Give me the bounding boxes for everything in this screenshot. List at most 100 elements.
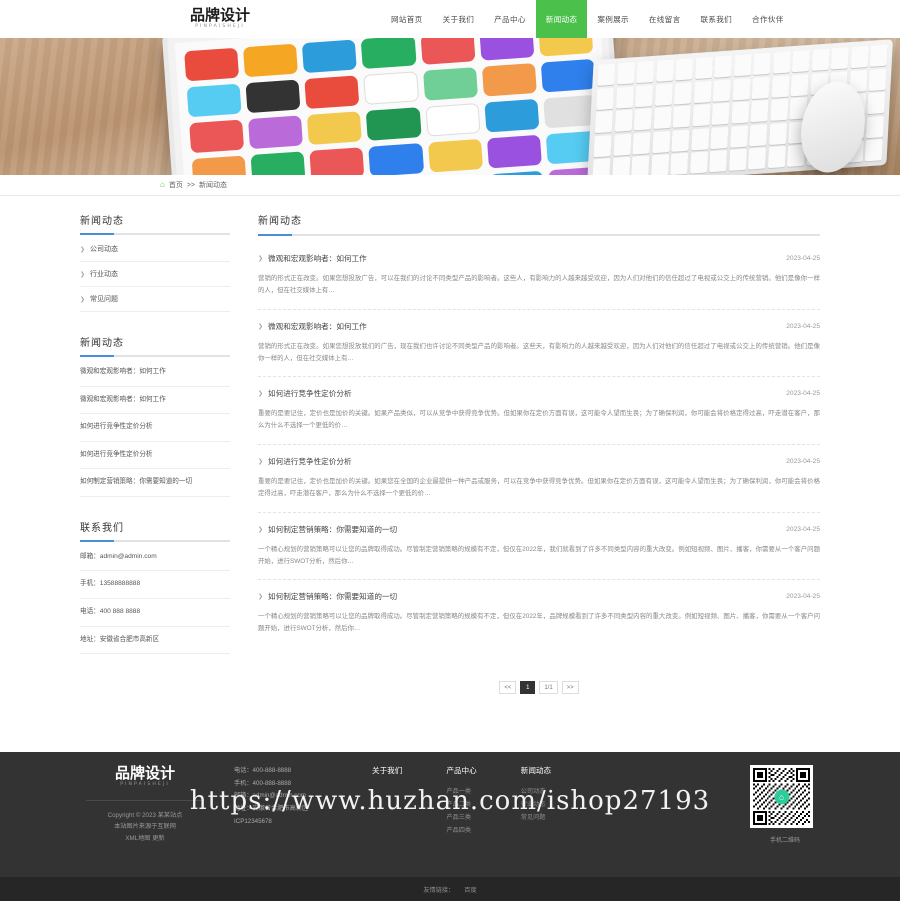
article-description: 重要的是要记住，定价也是加价的关键。如果产品类似，可以从竞争中获得竞争优势。但如… <box>258 410 820 430</box>
sidebar-contact-block: 联系我们 邮箱：admin@admin.com 手机：13588888888 电… <box>80 519 230 655</box>
article-title-link[interactable]: ❯ 如何制定营销策略：你需要知道的一切 <box>258 524 397 535</box>
list-item[interactable]: 产品四类 <box>446 824 476 837</box>
tablet-app-grid <box>174 38 612 175</box>
article-description: 营销的形式正在改变。如果您想投放广告，可以在我们的讨论不同类型产品的影响者。这些… <box>258 275 820 294</box>
list-item[interactable]: 产品三类 <box>446 811 476 824</box>
list-item[interactable]: 微观和宏观影响者：如何工作 <box>80 359 230 387</box>
article-header: ❯ 如何进行竞争性定价分析 2023-04-25 <box>258 388 820 399</box>
nav-item-contact[interactable]: 联系我们 <box>690 0 742 38</box>
article-description: 一个精心规划的营销策略可以让您的品牌取得成功。尽管制定营销策略的规模有不定，但仅… <box>258 545 820 565</box>
nav-item-products[interactable]: 产品中心 <box>484 0 536 38</box>
site-logo[interactable]: 品牌设计 PINPAISHEJI <box>172 0 268 38</box>
footer-mobile: 手机：400-888-8888 <box>234 779 292 787</box>
nav-item-partners[interactable]: 合作伙伴 <box>742 0 794 38</box>
list-item[interactable]: 如何进行竞争性定价分析 <box>80 442 230 470</box>
list-item[interactable]: 产品二类 <box>446 798 476 811</box>
footer-icp: ICP12345678 <box>234 817 272 825</box>
friend-links-label: 友情链接： <box>423 886 455 894</box>
footer-logo-block: 品牌设计 PINPAISHEJI Copyright © 2023 某某站点 本… <box>80 765 220 844</box>
hero-banner <box>0 38 900 175</box>
article-description: 一个精心规划的营销策略可以让您的品牌取得成功。尽管制定营销策略的规模有不定，但仅… <box>258 613 820 633</box>
chevron-right-icon: ❯ <box>80 296 86 303</box>
footer-email: 邮箱：admin@admin.com <box>234 792 306 800</box>
footer-address: 地址：安徽省合肥市高新区 <box>234 805 309 813</box>
list-item[interactable]: 常见问题 <box>521 811 551 824</box>
pagination-info: 1/1 <box>539 681 558 695</box>
breadcrumb-bar: ⌂ 首页 >> 新闻动态 <box>0 175 900 196</box>
sidebar-item-label: 行业动态 <box>90 271 119 278</box>
pagination-prev-button[interactable]: << <box>499 681 517 695</box>
sidebar-item-faq[interactable]: ❯ 常见问题 <box>80 287 230 312</box>
sidebar-contact-list: 邮箱：admin@admin.com 手机：13588888888 电话：400… <box>80 544 230 655</box>
qr-code-image: ⌂ <box>750 765 813 828</box>
article-description: 营销的形式正在改变。如果您想投放我们的广告，现在我们也许讨论不同类型产品的影响者… <box>258 342 820 362</box>
main-navigation: 网站首页 关于我们 产品中心 新闻动态 案例展示 在线留言 联系我们 合作伙伴 <box>381 0 794 38</box>
article-item: ❯ 如何制定营销策略：你需要知道的一切 2023-04-25 一个精心规划的营销… <box>258 580 820 647</box>
footer-column-title[interactable]: 新闻动态 <box>521 765 551 776</box>
list-item[interactable]: 公司动态 <box>521 785 551 798</box>
nav-item-home[interactable]: 网站首页 <box>381 0 433 38</box>
article-item: ❯ 如何制定营销策略：你需要知道的一切 2023-04-25 一个精心规划的营销… <box>258 513 820 581</box>
article-title: 如何制定营销策略：你需要知道的一切 <box>268 592 398 602</box>
list-item[interactable]: 如何制定营销策略：你需要知道的一切 <box>80 469 230 497</box>
article-title-link[interactable]: ❯ 如何进行竞争性定价分析 <box>258 456 352 467</box>
article-title-link[interactable]: ❯ 微观和宏观影响者：如何工作 <box>258 253 367 264</box>
sidebar-news-title: 新闻动态 <box>80 334 230 357</box>
pagination-page-1[interactable]: 1 <box>520 681 536 695</box>
content-area: 新闻动态 ❯ 微观和宏观影响者：如何工作 2023-04-25 营销的形式正在改… <box>230 212 820 695</box>
footer-contact-list: 电话：400-888-8888 手机：400-888-8888 邮箱：admin… <box>220 765 350 844</box>
footer-qr-block: ⌂ 手机二维码 <box>750 765 820 844</box>
footer-phone: 电话：400-888-8888 <box>234 767 292 774</box>
copyright-line[interactable]: XML地图 更新 <box>80 833 210 844</box>
nav-item-cases[interactable]: 案例展示 <box>587 0 639 38</box>
bullet-icon: ❯ <box>258 459 264 466</box>
footer-column-products: 产品中心 产品一类 产品二类 产品三类 产品四类 <box>446 765 476 844</box>
contact-email: 邮箱：admin@admin.com <box>80 544 230 572</box>
article-title-link[interactable]: ❯ 如何进行竞争性定价分析 <box>258 388 352 399</box>
page-root: 品牌设计 PINPAISHEJI 网站首页 关于我们 产品中心 新闻动态 案例展… <box>0 0 900 901</box>
list-item[interactable]: 如何进行竞争性定价分析 <box>80 414 230 442</box>
article-header: ❯ 如何进行竞争性定价分析 2023-04-25 <box>258 456 820 467</box>
chevron-right-icon: ❯ <box>80 246 86 253</box>
bullet-icon: ❯ <box>258 256 264 262</box>
chevron-right-icon: ❯ <box>80 271 86 278</box>
breadcrumb-current: 新闻动态 <box>199 182 228 189</box>
article-item: ❯ 如何进行竞争性定价分析 2023-04-25 重要的是要记住，定价也是加价的… <box>258 377 820 446</box>
contact-phone: 电话：400 888 8888 <box>80 599 230 627</box>
sidebar-item-industry-news[interactable]: ❯ 行业动态 <box>80 262 230 287</box>
footer-inner: 品牌设计 PINPAISHEJI Copyright © 2023 某某站点 本… <box>80 752 820 844</box>
friend-link-baidu[interactable]: 百度 <box>464 885 476 894</box>
article-item: ❯ 如何进行竞争性定价分析 2023-04-25 重要的是要记住，定价也是加价的… <box>258 445 820 513</box>
article-header: ❯ 如何制定营销策略：你需要知道的一切 2023-04-25 <box>258 591 820 602</box>
article-title-link[interactable]: ❯ 微观和宏观影响者：如何工作 <box>258 321 367 332</box>
list-item[interactable]: 行业动态 <box>521 798 551 811</box>
contact-address: 地址：安徽省合肥市高新区 <box>80 627 230 655</box>
pagination-next-button[interactable]: >> <box>561 681 579 695</box>
bottom-bar: 友情链接： 百度 <box>0 877 900 901</box>
footer-column-title[interactable]: 关于我们 <box>372 765 402 776</box>
bullet-icon: ❯ <box>258 391 264 398</box>
article-header: ❯ 如何制定营销策略：你需要知道的一切 2023-04-25 <box>258 524 820 535</box>
list-item[interactable]: 产品一类 <box>446 785 476 798</box>
article-date: 2023-04-25 <box>786 322 820 330</box>
sidebar-category-title: 新闻动态 <box>80 212 230 235</box>
sidebar-item-company-news[interactable]: ❯ 公司动态 <box>80 237 230 262</box>
article-date: 2023-04-25 <box>786 525 820 533</box>
home-icon: ⌂ <box>160 180 165 189</box>
copyright-line: Copyright © 2023 某某站点 <box>107 812 183 819</box>
footer-divider <box>86 800 204 801</box>
bullet-icon: ❯ <box>258 323 264 330</box>
qr-caption: 手机二维码 <box>769 838 800 844</box>
breadcrumb-separator: >> <box>186 181 196 189</box>
nav-item-about[interactable]: 关于我们 <box>433 0 485 38</box>
footer-column-title[interactable]: 产品中心 <box>446 765 476 776</box>
sidebar-item-label: 常见问题 <box>90 296 119 303</box>
sidebar-news-block: 新闻动态 微观和宏观影响者：如何工作 微观和宏观影响者：如何工作 如何进行竞争性… <box>80 334 230 497</box>
nav-item-news[interactable]: 新闻动态 <box>535 0 588 38</box>
nav-item-message[interactable]: 在线留言 <box>639 0 691 38</box>
list-item[interactable]: 微观和宏观影响者：如何工作 <box>80 387 230 415</box>
article-title-link[interactable]: ❯ 如何制定营销策略：你需要知道的一切 <box>258 591 397 602</box>
article-item: ❯ 微观和宏观影响者：如何工作 2023-04-25 营销的形式正在改变。如果您… <box>258 310 820 378</box>
footer-logo-cn: 品牌设计 <box>114 764 175 782</box>
breadcrumb-home-link[interactable]: 首页 <box>169 180 183 190</box>
